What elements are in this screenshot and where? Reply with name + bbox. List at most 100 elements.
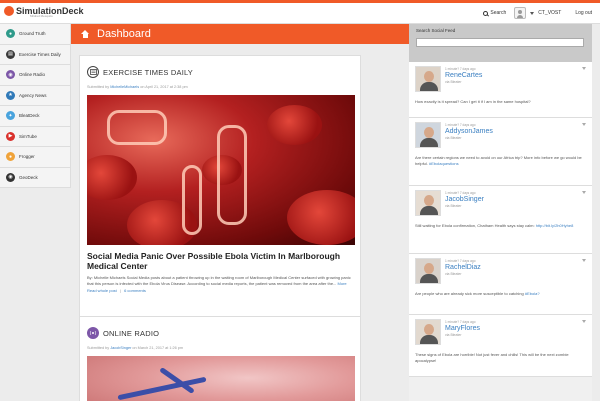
sidebar-item-ground-truth[interactable]: ● Ground Truth	[0, 24, 71, 45]
sidebar-item-exercise-times-daily[interactable]: ▤ Exercise Times Daily	[0, 44, 71, 65]
author-link[interactable]: JacobSinger	[110, 346, 131, 350]
sidebar-item-label: Exercise Times Daily	[19, 51, 61, 57]
article-links: Read whole post | 6 comments	[80, 288, 360, 293]
post-username[interactable]: RachelDiaz	[445, 264, 481, 272]
meta-prefix: Submitted by	[87, 346, 110, 350]
top-search-link[interactable]: Search	[483, 10, 506, 16]
avatar[interactable]	[415, 319, 441, 345]
excerpt-text: By: Michelle Michaels Social Media posts…	[87, 275, 351, 286]
chevron-down-icon[interactable]	[582, 259, 586, 262]
sidebar-item-bleatdeck[interactable]: ✦ BleatDeck	[0, 106, 71, 127]
logo-icon	[4, 6, 14, 16]
chevron-down-icon[interactable]	[530, 11, 535, 15]
card-title[interactable]: EXERCISE TIMES DAILY	[103, 68, 193, 77]
post-username[interactable]: MaryFlores	[445, 325, 480, 333]
comments-link[interactable]: 6 comments	[124, 288, 146, 293]
chevron-down-icon[interactable]	[582, 320, 586, 323]
meta-suffix: on April 21, 2017 at 2:38 pm	[140, 85, 188, 89]
avatar[interactable]	[415, 122, 441, 148]
article-excerpt: By: Michelle Michaels Social Media posts…	[80, 275, 360, 286]
avatar[interactable]	[415, 66, 441, 92]
post-username[interactable]: AddysonJames	[445, 128, 493, 136]
social-feed-header: Search Social Feed	[409, 24, 592, 62]
newspaper-icon	[87, 66, 99, 78]
sidebar-item-geodeck[interactable]: ◉ GeoDeck	[0, 167, 71, 188]
post-info: 1 minute? 7 days ago JacobSinger via Ble…	[445, 191, 484, 216]
article-image[interactable]	[87, 356, 355, 401]
sidebar-item-frogger[interactable]: ● Frogger	[0, 147, 71, 168]
sidebar-item-agency-news[interactable]: ★ Agency News	[0, 85, 71, 106]
post-body: Still waiting for Ebola confirmation, Ch…	[415, 223, 535, 228]
blood-cell	[267, 105, 322, 145]
post-hashtag[interactable]: #Ebola?	[525, 291, 540, 296]
user-avatar-icon[interactable]	[514, 7, 527, 19]
exercise-times-card: EXERCISE TIMES DAILY Submitted by Michel…	[79, 55, 361, 317]
post-time: 1 minute? 7 days ago	[445, 123, 476, 127]
social-post: 1 minute? 7 days ago RachelDiaz via Blea…	[409, 254, 592, 315]
play-icon: ▶	[6, 131, 15, 141]
frog-icon: ●	[6, 152, 15, 162]
sidebar-item-label: Online Radio	[19, 72, 46, 78]
top-bar: SimulationDeck Mildred Mesquito Search C…	[0, 3, 600, 24]
post-info: 1 minute? 7 days ago MaryFlores via Blea…	[445, 320, 480, 345]
chevron-down-icon[interactable]	[582, 67, 586, 70]
virus-strand	[182, 165, 202, 235]
post-time: 1 minute? 7 days ago	[445, 320, 476, 324]
post-header: 1 minute? 7 days ago MaryFlores via Blea…	[415, 319, 586, 345]
card-title[interactable]: ONLINE RADIO	[103, 329, 159, 338]
social-search-input[interactable]	[416, 38, 584, 47]
newspaper-glyph	[89, 69, 97, 75]
read-whole-post-link[interactable]: Read whole post	[87, 288, 117, 293]
article-headline[interactable]: Social Media Panic Over Possible Ebola V…	[80, 251, 360, 271]
radio-icon: ◉	[6, 70, 15, 80]
post-header: 1 minute? 7 days ago AddysonJames via Bl…	[415, 122, 586, 148]
post-info: 1 minute? 7 days ago AddysonJames via Bl…	[445, 123, 493, 148]
chevron-down-icon[interactable]	[582, 123, 586, 126]
blood-cell	[287, 190, 355, 245]
meta-suffix: on March 21, 2017 at 1:26 pm	[132, 346, 184, 350]
page-title: Dashboard	[97, 28, 151, 40]
sidebar-item-label: Agency News	[19, 92, 47, 98]
dashboard-header: Dashboard	[71, 24, 409, 44]
online-radio-card: ONLINE RADIO Submitted by JacobSinger on…	[79, 316, 361, 401]
avatar[interactable]	[415, 258, 441, 284]
post-username[interactable]: ReneCartes	[445, 72, 482, 80]
article-image[interactable]	[87, 95, 355, 245]
logout-link[interactable]: Log out	[575, 10, 592, 16]
more-link[interactable]: More	[338, 281, 347, 286]
post-link[interactable]: http://bit.ly/2h0Hyhe8	[536, 223, 574, 228]
card-meta: Submitted by MichelleMichaels on April 2…	[80, 85, 360, 89]
post-header: 1 minute? 7 days ago JacobSinger via Ble…	[415, 190, 586, 216]
sidebar-item-label: GeoDeck	[19, 174, 38, 180]
home-icon[interactable]	[81, 30, 90, 38]
post-header: 1 minute? 7 days ago RachelDiaz via Blea…	[415, 258, 586, 284]
author-link[interactable]: MichelleMichaels	[110, 85, 139, 89]
radio-icon	[87, 327, 99, 339]
post-text: How exactly is it spread? Can I get it i…	[415, 99, 586, 105]
social-post: 1 minute? 7 days ago MaryFlores via Blea…	[409, 315, 592, 377]
sidebar-nav: ● Ground Truth ▤ Exercise Times Daily ◉ …	[0, 24, 71, 188]
virus-strand	[217, 125, 247, 225]
sidebar-item-online-radio[interactable]: ◉ Online Radio	[0, 65, 71, 86]
post-text: Still waiting for Ebola confirmation, Ch…	[415, 223, 586, 229]
newspaper-icon: ▤	[6, 49, 15, 59]
sidebar-item-simtube[interactable]: ▶ SimTube	[0, 126, 71, 147]
card-header: ONLINE RADIO	[80, 323, 360, 343]
sidebar-item-label: BleatDeck	[19, 113, 40, 119]
user-name[interactable]: CT_VOST	[538, 10, 561, 16]
post-text: Are there certain regions we need to avo…	[415, 155, 586, 166]
post-username[interactable]: JacobSinger	[445, 196, 484, 204]
agency-icon: ★	[6, 90, 15, 100]
post-info: 1 minute? 7 days ago RachelDiaz via Blea…	[445, 259, 481, 284]
card-header: EXERCISE TIMES DAILY	[80, 62, 360, 82]
chevron-down-icon[interactable]	[582, 191, 586, 194]
main-content: Dashboard EXERCISE TIMES DAILY Submitted…	[71, 24, 409, 401]
social-post: 1 minute? 7 days ago ReneCartes via Blea…	[409, 62, 592, 118]
avatar[interactable]	[415, 190, 441, 216]
post-text: These signs of Ebola are horrible! Not j…	[415, 352, 586, 363]
post-hashtag[interactable]: #Ebolaquestions	[429, 161, 459, 166]
post-info: 1 minute? 7 days ago ReneCartes via Blea…	[445, 67, 482, 92]
top-right-controls: Search CT_VOST Log out	[483, 7, 592, 19]
map-pin-icon: ◉	[6, 172, 15, 182]
sidebar-item-label: Frogger	[19, 154, 35, 160]
